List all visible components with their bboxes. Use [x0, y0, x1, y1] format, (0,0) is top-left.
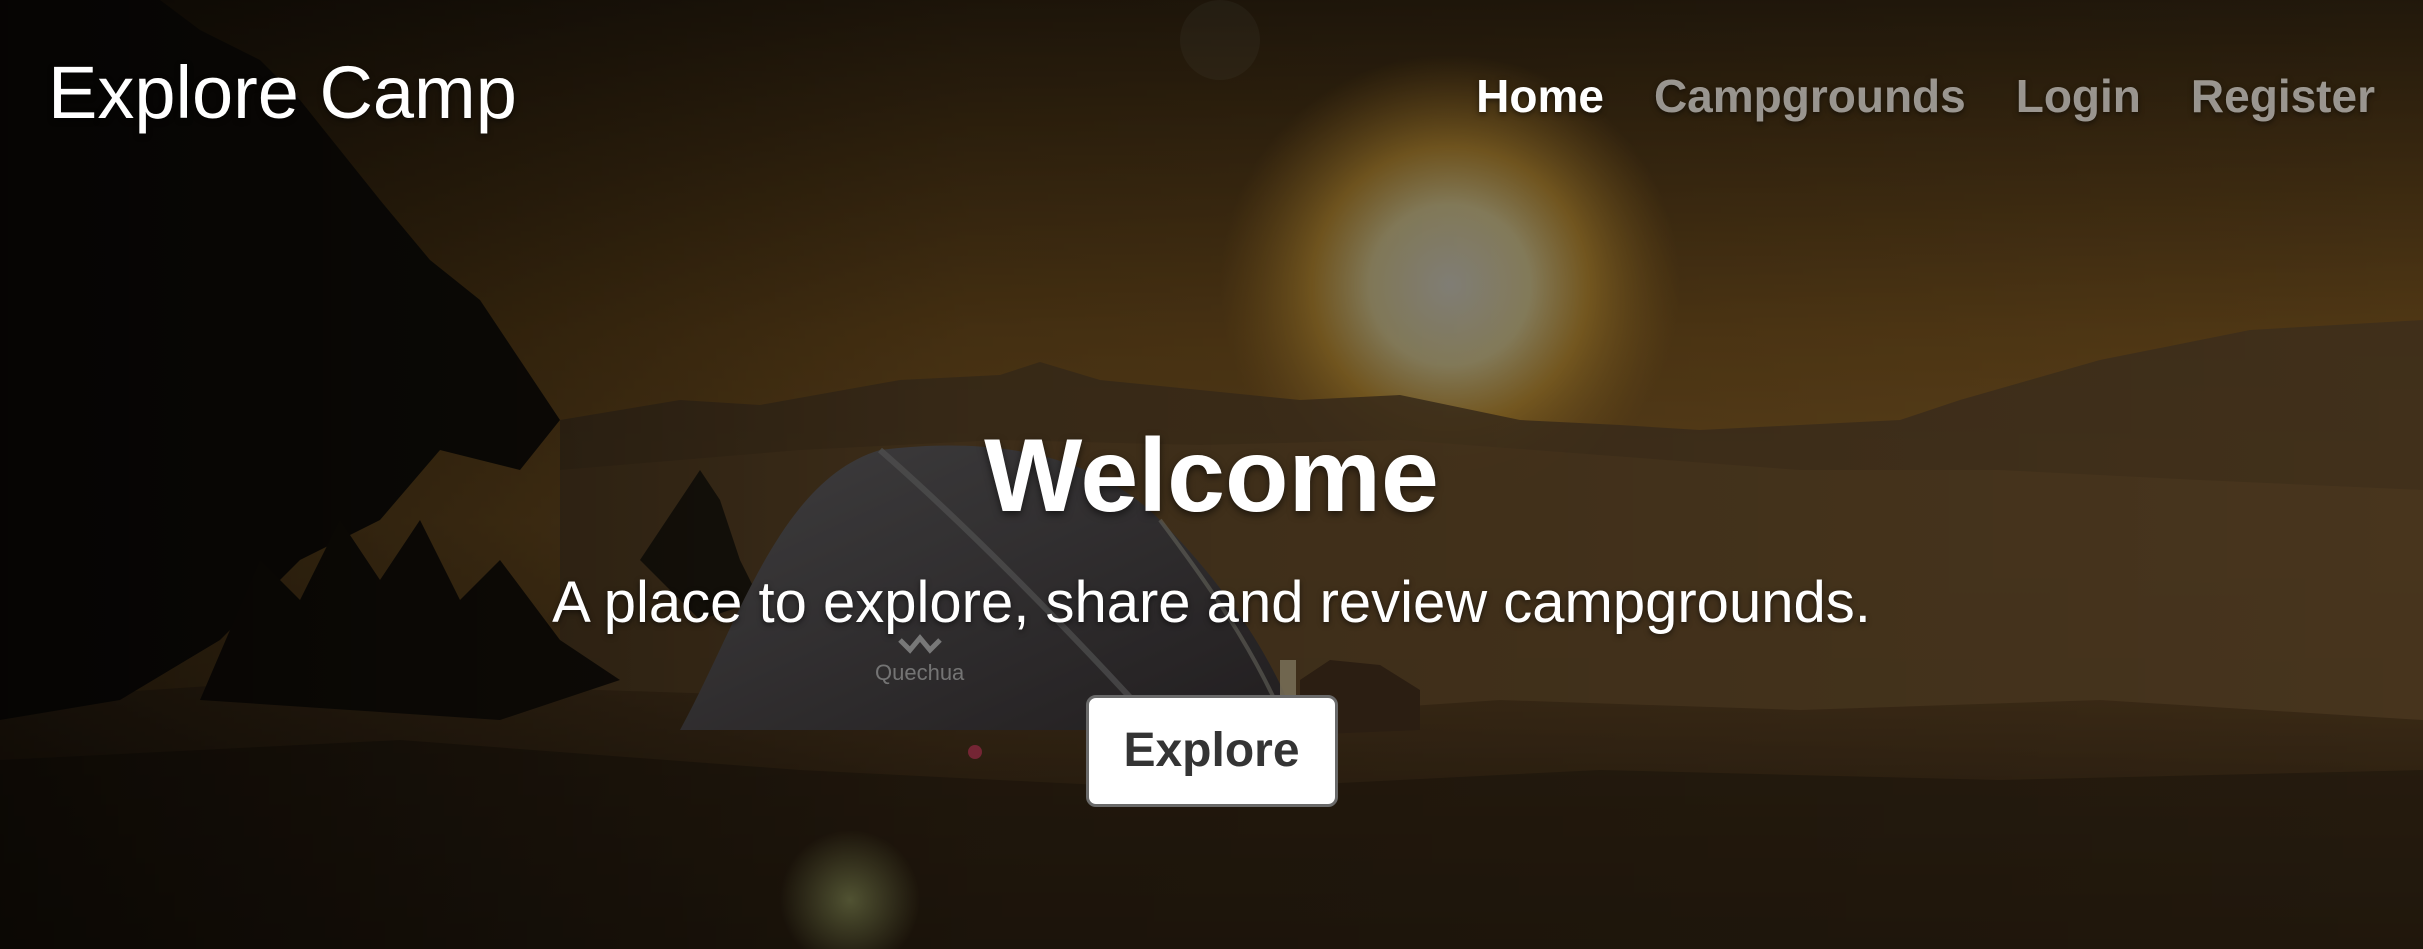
- hero-section: Quechua Explore Camp Home Campgrounds Lo…: [0, 0, 2423, 949]
- hero-subtitle: A place to explore, share and review cam…: [552, 570, 1871, 635]
- nav-link-register[interactable]: Register: [2191, 66, 2375, 126]
- nav-link-campgrounds[interactable]: Campgrounds: [1654, 66, 1966, 126]
- nav-link-home[interactable]: Home: [1476, 66, 1604, 126]
- nav-link-login[interactable]: Login: [2016, 66, 2141, 126]
- nav-links: Home Campgrounds Login Register: [1476, 66, 2375, 126]
- page-title: Welcome: [984, 418, 1439, 534]
- explore-button[interactable]: Explore: [1085, 695, 1338, 807]
- brand-logo-link[interactable]: Explore Camp: [48, 48, 517, 138]
- top-navbar: Explore Camp Home Campgrounds Login Regi…: [0, 0, 2423, 190]
- hero-content: Welcome A place to explore, share and re…: [0, 415, 2423, 807]
